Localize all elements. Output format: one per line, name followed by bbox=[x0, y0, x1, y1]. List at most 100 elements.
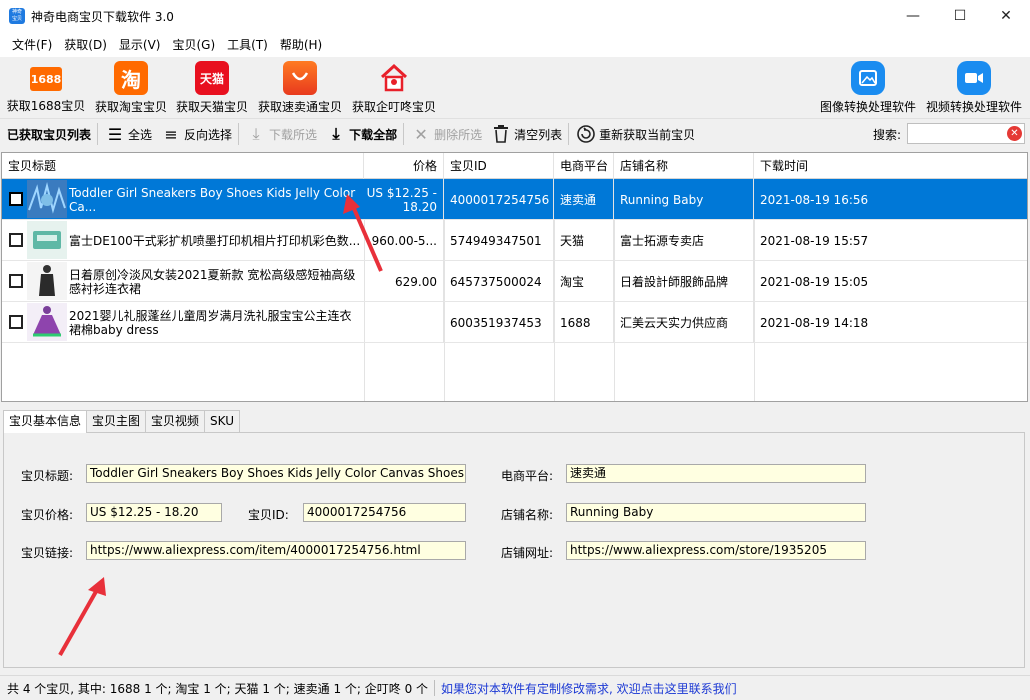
row-id: 574949347501 bbox=[444, 220, 554, 261]
product-thumbnail bbox=[27, 303, 67, 341]
menu-view[interactable]: 显示(V) bbox=[113, 36, 167, 53]
column-header-title[interactable]: 宝贝标题 bbox=[2, 153, 364, 179]
download-icon: ⤓ bbox=[252, 124, 260, 143]
row-price: US $12.25 - 18.20 bbox=[364, 179, 444, 220]
menu-fetch[interactable]: 获取(D) bbox=[58, 36, 113, 53]
row-checkbox[interactable] bbox=[9, 315, 23, 329]
taobao-icon: 淘 bbox=[114, 61, 148, 95]
1688-icon: 1688 bbox=[30, 67, 62, 91]
column-header-shop[interactable]: 店铺名称 bbox=[614, 153, 754, 179]
search-label: 搜索: bbox=[873, 128, 902, 142]
shop-name-field[interactable]: Running Baby bbox=[566, 503, 866, 522]
image-tool-label: 图像转换处理软件 bbox=[819, 100, 916, 114]
select-all-button[interactable]: ☰ 全选 bbox=[100, 121, 156, 147]
maximize-button[interactable]: ☐ bbox=[937, 0, 983, 32]
menu-file[interactable]: 文件(F) bbox=[6, 36, 58, 53]
refetch-button[interactable]: 重新获取当前宝贝 bbox=[571, 121, 699, 147]
fetch-qidingdong-label: 获取企叮咚宝贝 bbox=[351, 100, 436, 114]
shop-url-field[interactable]: https://www.aliexpress.com/store/1935205 bbox=[566, 541, 866, 560]
row-shop: 日着設計師服飾品牌 bbox=[614, 261, 754, 302]
column-header-id[interactable]: 宝贝ID bbox=[444, 153, 554, 179]
grid-header: 宝贝标题 价格 宝贝ID 电商平台 店铺名称 下载时间 bbox=[2, 153, 1027, 179]
item-link-field[interactable]: https://www.aliexpress.com/item/40000172… bbox=[86, 541, 466, 560]
invert-selection-button[interactable]: ≡ 反向选择 bbox=[156, 121, 236, 147]
column-header-platform[interactable]: 电商平台 bbox=[554, 153, 614, 179]
tmall-icon: 天猫 bbox=[195, 61, 229, 95]
fetch-1688-button[interactable]: 1688 获取1688宝贝 bbox=[6, 61, 86, 117]
contact-link[interactable]: 如果您对本软件有定制修改需求, 欢迎点击这里联系我们 bbox=[441, 680, 737, 697]
invert-selection-label: 反向选择 bbox=[184, 127, 233, 142]
checklist-icon: ☰ bbox=[107, 124, 123, 144]
video-tool-button[interactable]: 视频转换处理软件 bbox=[924, 61, 1024, 117]
id-field[interactable]: 4000017254756 bbox=[303, 503, 466, 522]
delete-x-icon: ✕ bbox=[414, 124, 428, 144]
list-title: 已获取宝贝列表 bbox=[7, 127, 92, 142]
column-header-time[interactable]: 下载时间 bbox=[754, 153, 1027, 179]
refresh-icon bbox=[575, 123, 597, 145]
row-time: 2021-08-19 15:57 bbox=[760, 233, 869, 248]
close-button[interactable]: ✕ bbox=[983, 0, 1029, 32]
row-platform: 天猫 bbox=[554, 220, 614, 261]
fetch-taobao-label: 获取淘宝宝贝 bbox=[94, 100, 167, 114]
delete-selected-label: 删除所选 bbox=[434, 127, 483, 142]
fetch-aliexpress-button[interactable]: 获取速卖通宝贝 bbox=[257, 61, 343, 117]
clear-search-icon[interactable]: ✕ bbox=[1007, 126, 1022, 141]
column-header-price[interactable]: 价格 bbox=[364, 153, 444, 179]
title-label: 宝贝标题: bbox=[21, 469, 74, 483]
image-tool-button[interactable]: 图像转换处理软件 bbox=[818, 61, 918, 117]
search-input[interactable]: ✕ bbox=[907, 123, 1025, 144]
fetch-taobao-button[interactable]: 淘 获取淘宝宝贝 bbox=[93, 61, 169, 117]
row-checkbox[interactable] bbox=[9, 274, 23, 288]
menu-tools[interactable]: 工具(T) bbox=[221, 36, 274, 53]
table-row[interactable]: 富士DE100干式彩扩机喷墨打印机相片打印机彩色数... 960.00-5...… bbox=[2, 220, 1027, 261]
table-row[interactable]: 日着原创冷淡风女装2021夏新款 宽松高级感短袖高级感衬衫连衣裙 629.00 … bbox=[2, 261, 1027, 302]
row-price: 960.00-5... bbox=[364, 220, 444, 261]
trash-icon bbox=[490, 123, 512, 145]
select-all-label: 全选 bbox=[128, 127, 153, 142]
row-platform: 淘宝 bbox=[554, 261, 614, 302]
row-time: 2021-08-19 15:05 bbox=[760, 274, 869, 289]
table-row[interactable]: Toddler Girl Sneakers Boy Shoes Kids Jel… bbox=[2, 179, 1027, 220]
video-tool-label: 视频转换处理软件 bbox=[925, 100, 1022, 114]
id-label: 宝贝ID: bbox=[248, 508, 289, 522]
tab-main-images[interactable]: 宝贝主图 bbox=[86, 410, 147, 432]
row-id: 4000017254756 bbox=[444, 179, 554, 220]
house-icon bbox=[377, 61, 411, 95]
row-platform: 1688 bbox=[554, 302, 614, 343]
app-logo-icon: 神奇 宝贝 bbox=[9, 8, 25, 24]
menu-item[interactable]: 宝贝(G) bbox=[166, 36, 221, 53]
download-selected-button[interactable]: ⤓ 下载所选 bbox=[241, 121, 321, 147]
product-thumbnail bbox=[27, 221, 67, 259]
platform-field[interactable]: 速卖通 bbox=[566, 464, 866, 483]
separator bbox=[403, 123, 405, 145]
clear-list-button[interactable]: 清空列表 bbox=[486, 121, 566, 147]
product-thumbnail bbox=[27, 180, 67, 218]
menu-help[interactable]: 帮助(H) bbox=[274, 36, 328, 53]
fetch-tmall-button[interactable]: 天猫 获取天猫宝贝 bbox=[175, 61, 249, 117]
fetch-qidingdong-button[interactable]: 获取企叮咚宝贝 bbox=[350, 61, 438, 117]
row-checkbox[interactable] bbox=[9, 233, 23, 247]
table-row[interactable]: 2021婴儿礼服蓬丝儿童周岁满月洗礼服宝宝公主连衣裙棉baby dress 60… bbox=[2, 302, 1027, 343]
platform-label: 电商平台: bbox=[501, 469, 554, 483]
fetch-aliexpress-label: 获取速卖通宝贝 bbox=[257, 100, 342, 114]
download-all-label: 下载全部 bbox=[349, 127, 398, 142]
title-field[interactable]: Toddler Girl Sneakers Boy Shoes Kids Jel… bbox=[86, 464, 466, 483]
download-selected-label: 下载所选 bbox=[269, 127, 318, 142]
delete-selected-button[interactable]: ✕ 删除所选 bbox=[406, 121, 486, 147]
detail-tabs: 宝贝基本信息 宝贝主图 宝贝视频 SKU bbox=[3, 410, 240, 433]
minimize-button[interactable]: — bbox=[890, 0, 936, 32]
download-all-button[interactable]: ⤓ 下载全部 bbox=[321, 121, 401, 147]
row-checkbox[interactable] bbox=[9, 192, 23, 206]
shop-name-label: 店铺名称: bbox=[501, 508, 554, 522]
tab-basic-info[interactable]: 宝贝基本信息 bbox=[3, 410, 88, 433]
row-time: 2021-08-19 14:18 bbox=[760, 315, 869, 330]
tab-videos[interactable]: 宝贝视频 bbox=[145, 410, 206, 432]
refetch-label: 重新获取当前宝贝 bbox=[599, 127, 696, 142]
row-time: 2021-08-19 16:56 bbox=[760, 192, 869, 207]
title-bar: 神奇 宝贝 神奇电商宝贝下载软件 3.0 — ☐ ✕ bbox=[0, 0, 1030, 32]
price-label: 宝贝价格: bbox=[21, 508, 74, 522]
price-field[interactable]: US $12.25 - 18.20 bbox=[86, 503, 222, 522]
image-icon bbox=[851, 61, 885, 95]
tab-sku[interactable]: SKU bbox=[204, 410, 240, 432]
fetch-tmall-label: 获取天猫宝贝 bbox=[175, 100, 248, 114]
